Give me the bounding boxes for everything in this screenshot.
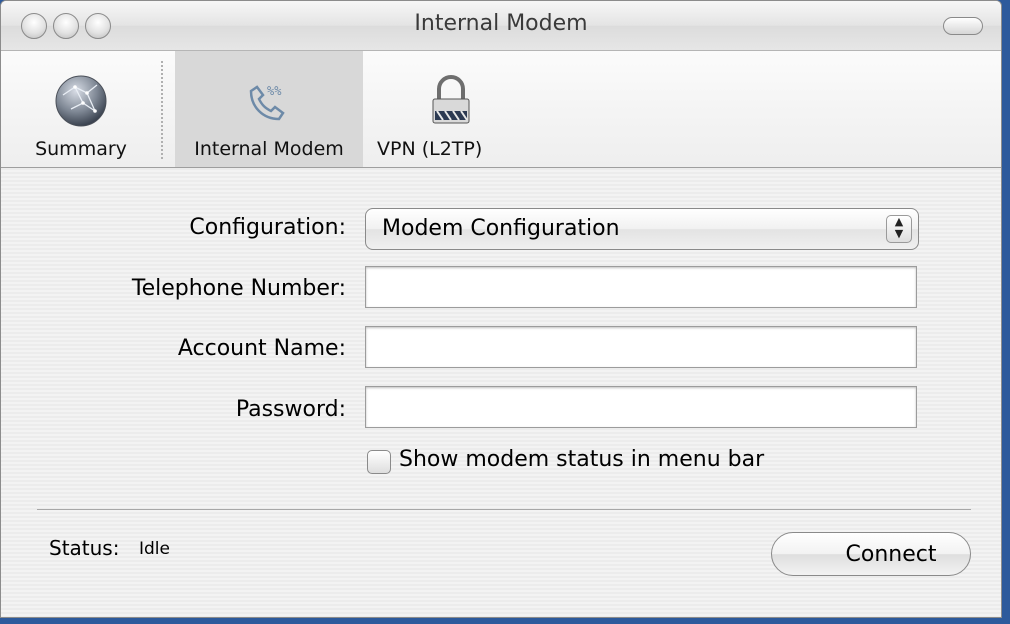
- telephone-number-field[interactable]: [365, 266, 917, 308]
- phone-icon: %%: [249, 84, 285, 121]
- account-name-label: Account Name:: [177, 336, 346, 361]
- popup-arrows-icon: ▲ ▼: [886, 215, 912, 243]
- toolbar-toggle-button[interactable]: [943, 17, 983, 35]
- connect-button-label: Connect: [845, 541, 937, 567]
- connect-button[interactable]: Connect: [771, 532, 971, 576]
- configuration-popup[interactable]: Modem Configuration ▲ ▼: [365, 208, 919, 250]
- toolbar-item-label: Summary: [35, 138, 127, 160]
- password-field[interactable]: [365, 386, 917, 428]
- toolbar: Summary %% Internal Modem VPN (L2TP): [1, 51, 1001, 168]
- configuration-value: Modem Configuration: [382, 216, 620, 241]
- modem-settings-panel: Configuration: Modem Configuration ▲ ▼ Te…: [1, 168, 1001, 617]
- toolbar-item-internal-modem[interactable]: %% Internal Modem: [175, 51, 363, 167]
- lock-icon: [432, 75, 470, 124]
- divider: [37, 509, 971, 510]
- password-label: Password:: [235, 397, 346, 422]
- show-modem-status-label[interactable]: Show modem status in menu bar: [399, 447, 764, 472]
- window-title: Internal Modem: [414, 11, 588, 36]
- globe-icon: [55, 75, 107, 127]
- toolbar-item-vpn[interactable]: VPN (L2TP): [363, 51, 523, 167]
- toolbar-separator: [161, 61, 163, 159]
- toolbar-item-label: VPN (L2TP): [377, 138, 483, 160]
- svg-text:%%: %%: [267, 84, 282, 98]
- status-label: Status:: [49, 536, 120, 560]
- configuration-label: Configuration:: [189, 215, 346, 240]
- show-modem-status-checkbox[interactable]: [367, 450, 391, 474]
- toolbar-item-summary[interactable]: Summary: [1, 51, 161, 167]
- status-value: Idle: [139, 539, 170, 559]
- toolbar-item-label: Internal Modem: [194, 138, 344, 160]
- title-bar: Internal Modem: [1, 1, 1001, 51]
- network-connect-window: Internal Modem Summary %% Internal Modem…: [0, 0, 1002, 618]
- account-name-field[interactable]: [365, 326, 917, 368]
- telephone-number-label: Telephone Number:: [131, 276, 346, 301]
